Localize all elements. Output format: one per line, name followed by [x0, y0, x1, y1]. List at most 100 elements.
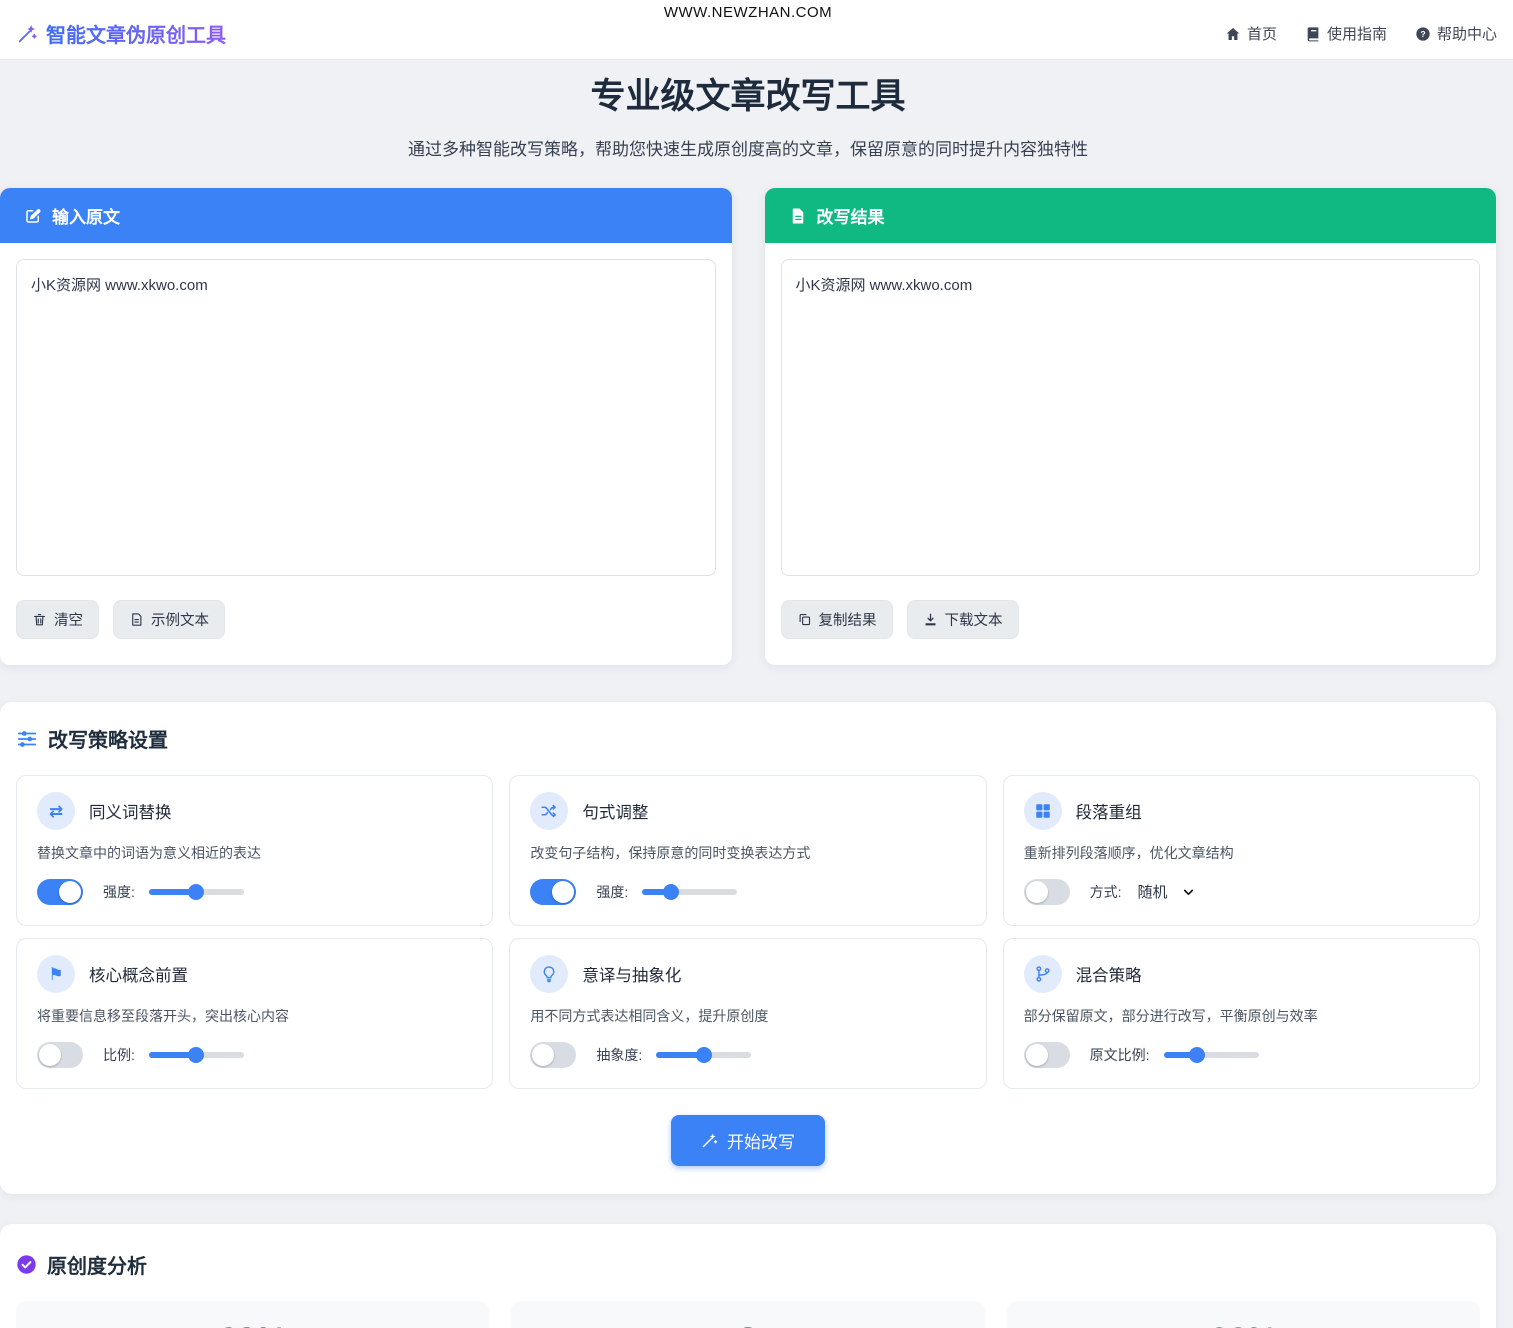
- home-icon: [1225, 26, 1241, 42]
- editor-row: 输入原文 小K资源网 www.xkwo.com 清空 示例文本: [0, 188, 1496, 665]
- abstraction-slider[interactable]: [656, 1052, 751, 1058]
- strategy-title: 同义词替换: [89, 799, 172, 823]
- stat-value: 69%: [26, 1321, 479, 1328]
- copy-result-button[interactable]: 复制结果: [781, 600, 893, 639]
- strategy-title: 段落重组: [1076, 799, 1142, 823]
- top-navbar: WWW.NEWZHAN.COM 智能文章伪原创工具 首页 使用指南 ? 帮助中心: [0, 0, 1513, 60]
- slider-thumb[interactable]: [188, 884, 204, 900]
- strategy-description: 用不同方式表达相同含义，提升原创度: [530, 1006, 965, 1026]
- paragraph-mode-select-wrap: 随机: [1136, 882, 1203, 903]
- magic-wand-icon: [16, 23, 38, 45]
- sample-text-button[interactable]: 示例文本: [113, 600, 225, 639]
- paragraph-toggle[interactable]: [1024, 879, 1070, 905]
- strength-label: 强度:: [103, 882, 135, 902]
- result-panel-title: 改写结果: [817, 203, 885, 228]
- nav-home[interactable]: 首页: [1225, 23, 1277, 44]
- input-panel-header: 输入原文: [0, 188, 732, 243]
- mode-label: 方式:: [1090, 882, 1122, 902]
- nav-home-label: 首页: [1247, 23, 1277, 44]
- nav-help-label: 帮助中心: [1437, 23, 1497, 44]
- nav-help[interactable]: ? 帮助中心: [1415, 23, 1497, 44]
- nav-guide-label: 使用指南: [1327, 23, 1387, 44]
- download-icon: [923, 612, 938, 627]
- bulb-icon: [530, 955, 568, 993]
- ratio-label: 比例:: [103, 1045, 135, 1065]
- slider-thumb[interactable]: [696, 1047, 712, 1063]
- sentence-strength-slider[interactable]: [642, 889, 737, 895]
- strategy-title: 混合策略: [1076, 962, 1142, 986]
- strategy-description: 改变句子结构，保持原意的同时变换表达方式: [530, 843, 965, 863]
- analysis-title-row: 原创度分析: [16, 1250, 1480, 1279]
- strategy-card-synonym: ⇄ 同义词替换 替换文章中的词语为意义相近的表达 强度:: [16, 775, 493, 926]
- brand-title: 智能文章伪原创工具: [46, 19, 226, 48]
- strategy-card-sentence: 句式调整 改变句子结构，保持原意的同时变换表达方式 强度:: [509, 775, 986, 926]
- strategy-description: 重新排列段落顺序，优化文章结构: [1024, 843, 1459, 863]
- brand-logo[interactable]: 智能文章伪原创工具: [16, 19, 226, 48]
- result-panel-header: 改写结果: [765, 188, 1497, 243]
- watermark-text: WWW.NEWZHAN.COM: [0, 4, 1496, 21]
- strategy-panel-title-row: 改写策略设置: [16, 724, 1480, 753]
- strength-label: 强度:: [596, 882, 628, 902]
- strategy-grid: ⇄ 同义词替换 替换文章中的词语为意义相近的表达 强度:: [16, 775, 1480, 1089]
- wand-icon: [701, 1132, 718, 1149]
- nav-guide[interactable]: 使用指南: [1305, 23, 1387, 44]
- sliders-icon: [16, 728, 38, 750]
- input-actions: 清空 示例文本: [0, 592, 732, 665]
- stat-value: 8: [521, 1321, 974, 1328]
- strategy-title: 意译与抽象化: [582, 962, 681, 986]
- paragraph-mode-select[interactable]: 随机: [1136, 882, 1203, 903]
- input-panel: 输入原文 小K资源网 www.xkwo.com 清空 示例文本: [0, 188, 732, 665]
- strategy-card-paraphrase: 意译与抽象化 用不同方式表达相同含义，提升原创度 抽象度:: [509, 938, 986, 1089]
- synonym-toggle[interactable]: [37, 879, 83, 905]
- original-ratio-slider[interactable]: [1164, 1052, 1259, 1058]
- strategy-card-core-concept: ⚑ 核心概念前置 将重要信息移至段落开头，突出核心内容 比例:: [16, 938, 493, 1089]
- original-ratio-label: 原文比例:: [1090, 1045, 1150, 1065]
- result-actions: 复制结果 下载文本: [765, 592, 1497, 665]
- result-textbox: 小K资源网 www.xkwo.com: [781, 259, 1481, 576]
- strategy-description: 将重要信息移至段落开头，突出核心内容: [37, 1006, 472, 1026]
- help-icon: ?: [1415, 26, 1431, 42]
- analysis-panel: 原创度分析 69% 预估原创度 8 总字数 66% 修改比例: [0, 1224, 1496, 1328]
- strategy-title: 句式调整: [582, 799, 648, 823]
- strategy-card-paragraph: 段落重组 重新排列段落顺序，优化文章结构 方式: 随机: [1003, 775, 1480, 926]
- exchange-icon: ⇄: [37, 792, 75, 830]
- copy-result-button-label: 复制结果: [819, 609, 877, 630]
- clear-button[interactable]: 清空: [16, 600, 99, 639]
- slider-thumb[interactable]: [188, 1047, 204, 1063]
- branch-icon: [1024, 955, 1062, 993]
- clear-button-label: 清空: [54, 609, 83, 630]
- analysis-title: 原创度分析: [47, 1250, 147, 1279]
- download-text-button-label: 下载文本: [945, 609, 1003, 630]
- strategy-card-hybrid: 混合策略 部分保留原文，部分进行改写，平衡原创与效率 原文比例:: [1003, 938, 1480, 1089]
- result-panel: 改写结果 小K资源网 www.xkwo.com 复制结果 下载文本: [765, 188, 1497, 665]
- nav-links: 首页 使用指南 ? 帮助中心: [1225, 23, 1497, 44]
- synonym-strength-slider[interactable]: [149, 889, 244, 895]
- slider-thumb[interactable]: [663, 884, 679, 900]
- sentence-toggle[interactable]: [530, 879, 576, 905]
- hero-section: 专业级文章改写工具 通过多种智能改写策略，帮助您快速生成原创度高的文章，保留原意…: [0, 68, 1496, 160]
- core-concept-toggle[interactable]: [37, 1042, 83, 1068]
- strategy-description: 替换文章中的词语为意义相近的表达: [37, 843, 472, 863]
- stat-word-count: 8 总字数: [511, 1301, 984, 1328]
- sample-text-button-label: 示例文本: [151, 609, 209, 630]
- page-title: 专业级文章改写工具: [0, 68, 1496, 119]
- abstraction-label: 抽象度:: [596, 1045, 642, 1065]
- strategy-title: 核心概念前置: [89, 962, 188, 986]
- start-rewrite-button[interactable]: 开始改写: [671, 1115, 825, 1166]
- input-panel-title: 输入原文: [52, 203, 120, 228]
- svg-text:?: ?: [1420, 29, 1425, 39]
- edit-pencil-icon: [24, 207, 42, 225]
- stat-originality: 69% 预估原创度: [16, 1301, 489, 1328]
- paraphrase-toggle[interactable]: [530, 1042, 576, 1068]
- shuffle-icon: [530, 792, 568, 830]
- stats-grid: 69% 预估原创度 8 总字数 66% 修改比例: [16, 1301, 1480, 1328]
- download-text-button[interactable]: 下载文本: [907, 600, 1019, 639]
- slider-thumb[interactable]: [1189, 1047, 1205, 1063]
- core-concept-ratio-slider[interactable]: [149, 1052, 244, 1058]
- file-result-icon: [789, 207, 807, 225]
- hybrid-toggle[interactable]: [1024, 1042, 1070, 1068]
- strategy-panel: 改写策略设置 ⇄ 同义词替换 替换文章中的词语为意义相近的表达 强度:: [0, 702, 1496, 1194]
- source-textarea[interactable]: 小K资源网 www.xkwo.com: [16, 259, 716, 576]
- book-icon: [1305, 26, 1321, 42]
- start-rewrite-label: 开始改写: [727, 1128, 795, 1153]
